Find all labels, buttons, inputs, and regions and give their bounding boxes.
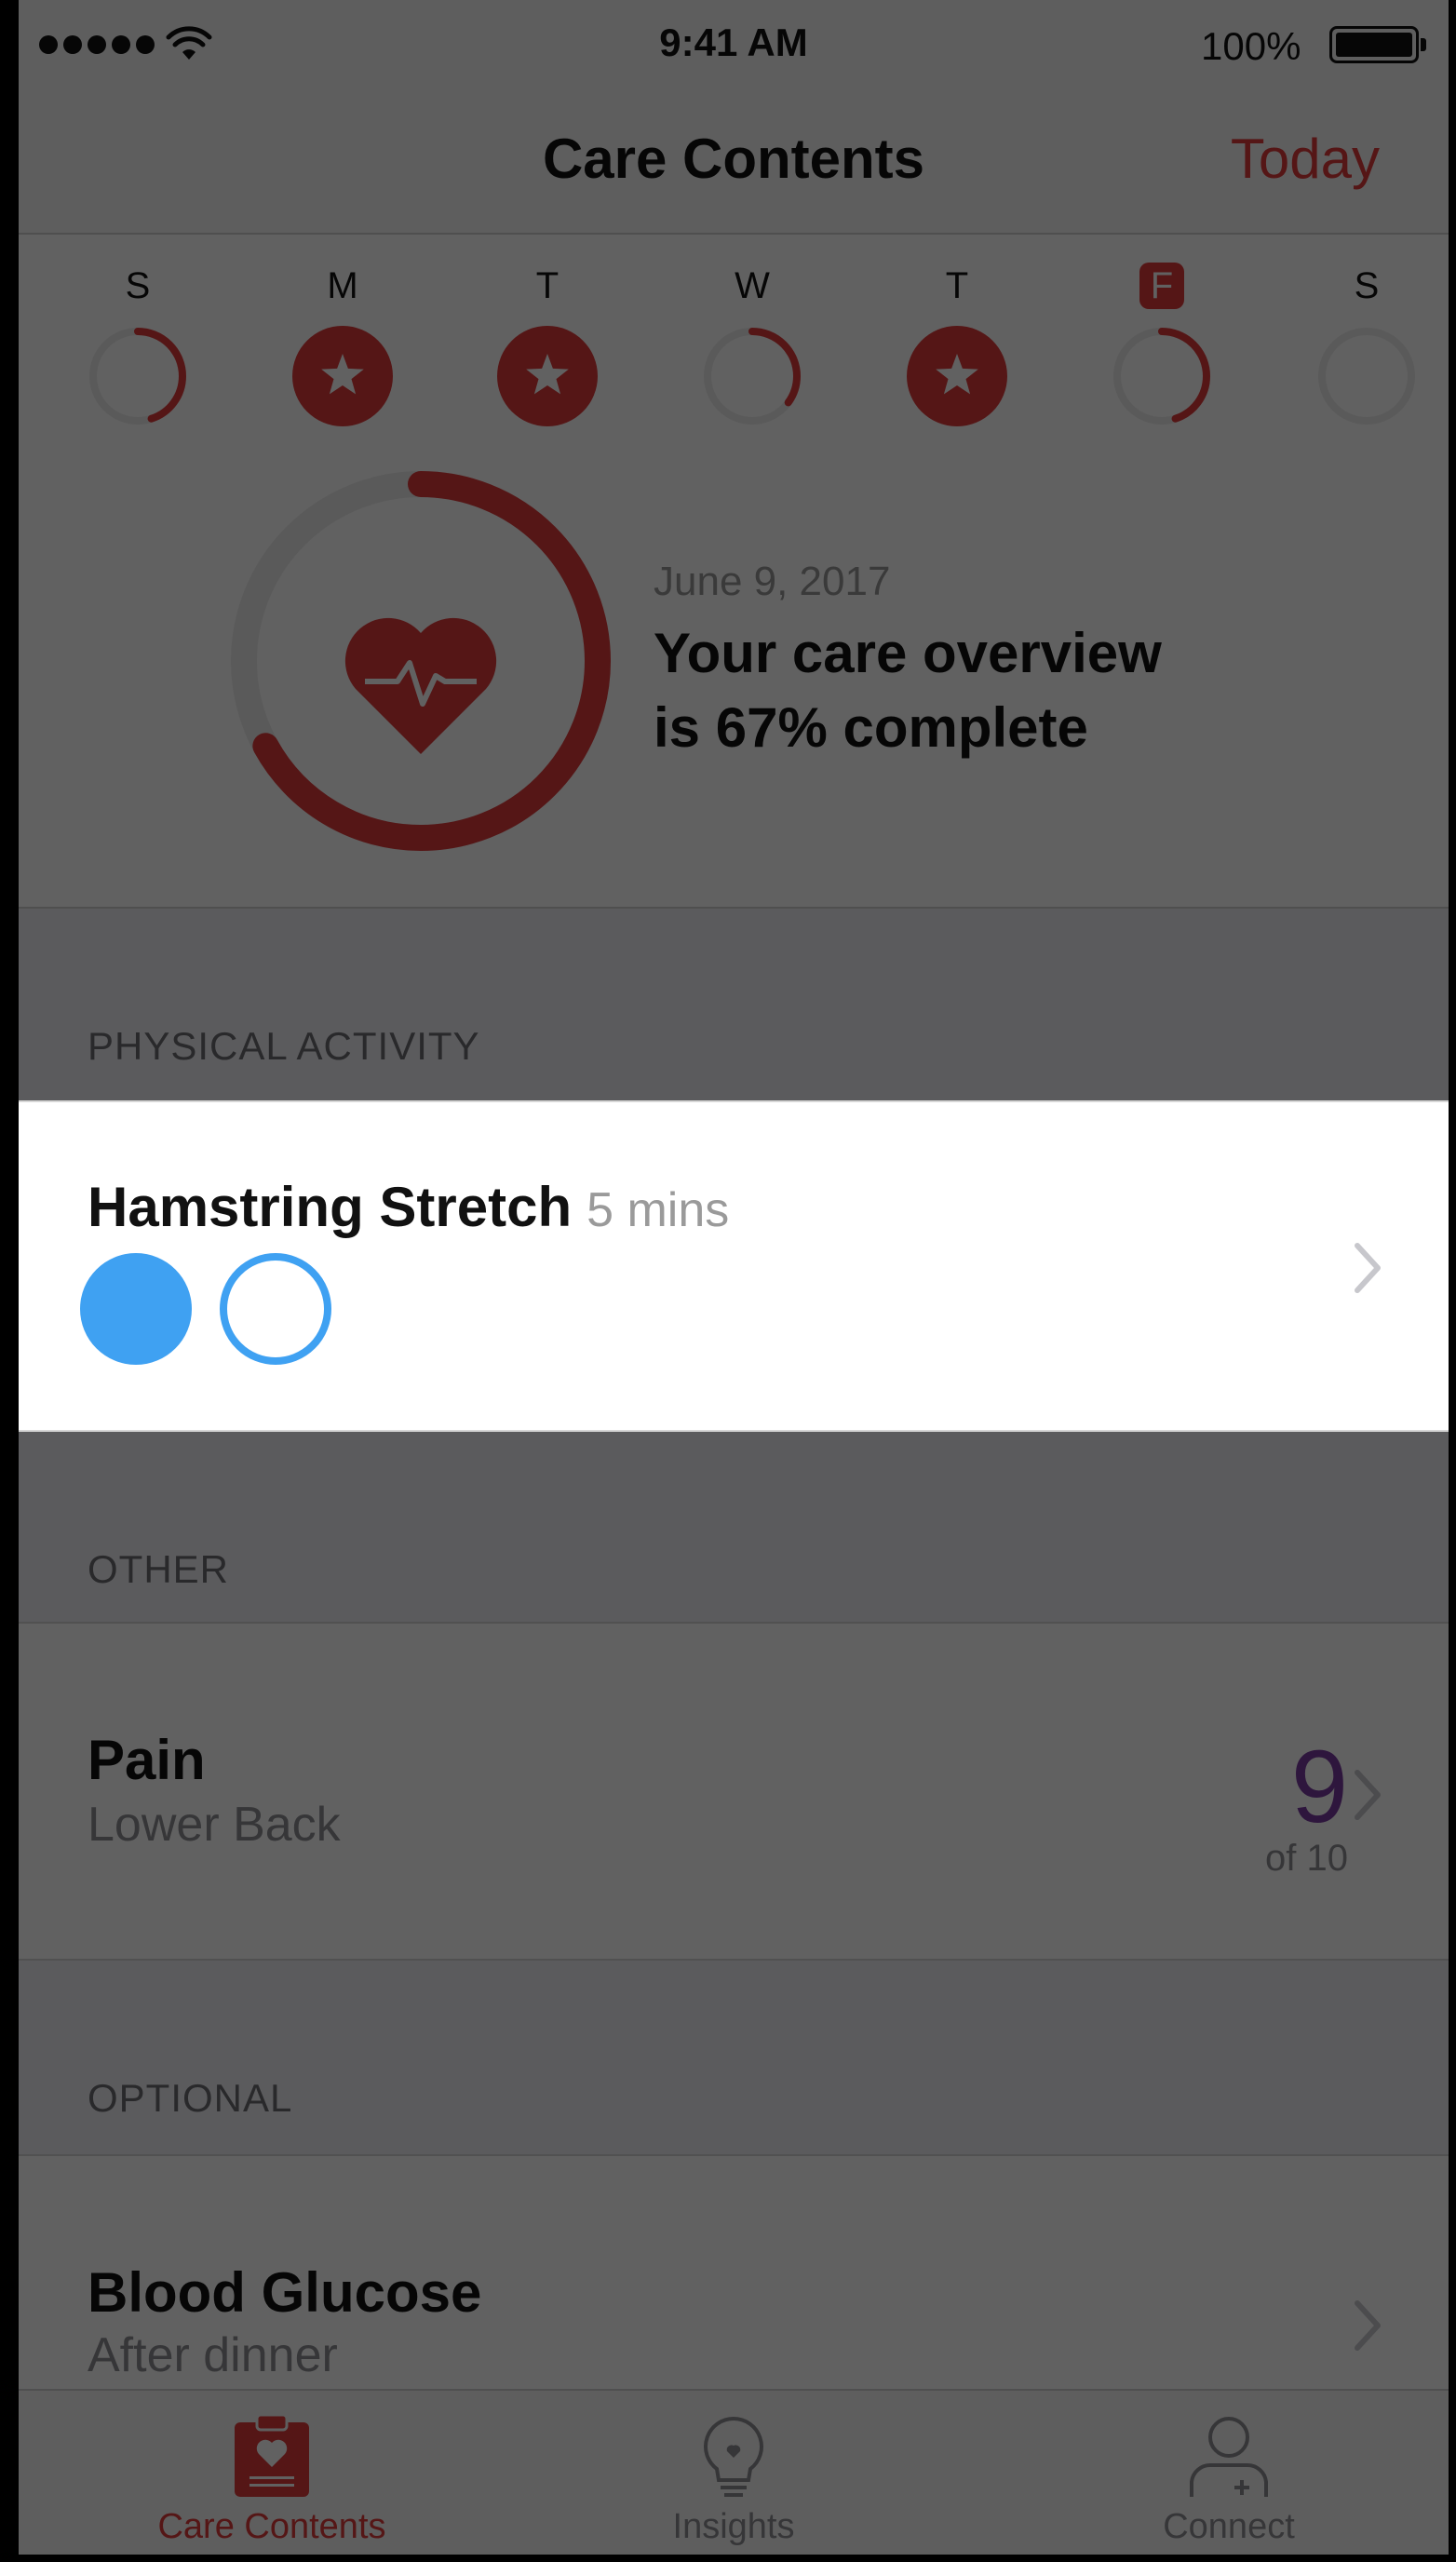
- section-title: OTHER: [88, 1547, 229, 1591]
- section-other: OTHER: [19, 1432, 1449, 1624]
- day-2[interactable]: T: [482, 263, 613, 433]
- assessment-name: Blood Glucose: [88, 2261, 482, 2324]
- heart-pulse-icon: [344, 617, 497, 754]
- chevron-right-icon: [1355, 2300, 1381, 2351]
- day-progress-ring: [1318, 328, 1415, 425]
- pain-scale-label: of 10: [1265, 1838, 1348, 1879]
- assessment-card-pain[interactable]: Pain Lower Back 9 of 10: [19, 1622, 1449, 1961]
- battery-icon: [1329, 26, 1426, 63]
- day-6[interactable]: S: [1301, 263, 1432, 433]
- overview-line-2: is 67% complete: [654, 696, 1088, 759]
- day-progress-ring: [89, 328, 186, 425]
- day-5[interactable]: F: [1097, 263, 1227, 433]
- day-letter: F: [1139, 263, 1185, 309]
- activity-duration: 5 mins: [586, 1183, 730, 1237]
- overview-summary: Your care overview is 67% complete: [654, 616, 1398, 765]
- pain-value: 9: [1290, 1730, 1348, 1844]
- day-progress-ring: [1113, 328, 1210, 425]
- day-letter: W: [735, 265, 770, 306]
- activity-title: Hamstring Stretch 5 mins: [88, 1175, 729, 1239]
- tab-connect[interactable]: Connect: [1043, 2391, 1415, 2555]
- tab-insights[interactable]: Insights: [547, 2391, 920, 2555]
- week-calendar: S M T W T F S June 9, 2017 Your care overview …: [19, 235, 1449, 909]
- assessment-name: Pain: [88, 1729, 206, 1791]
- tab-label: Care Contents: [157, 2507, 386, 2546]
- assessment-subtitle: Lower Back: [88, 1798, 341, 1852]
- phone-screen: 9:41 AM 100% Care Contents Today SMTWTFS…: [19, 0, 1449, 2555]
- day-3[interactable]: W: [687, 263, 817, 433]
- event-button-completed[interactable]: [80, 1253, 192, 1365]
- day-complete-star-icon: [292, 326, 393, 426]
- battery-percent: 100%: [1201, 24, 1301, 68]
- section-physical-activity: PHYSICAL ACTIVITY: [19, 909, 1449, 1102]
- day-0[interactable]: S: [73, 263, 203, 433]
- navigation-bar: Care Contents Today: [19, 93, 1449, 235]
- overview-date: June 9, 2017: [654, 559, 891, 604]
- day-letter: S: [1354, 265, 1380, 306]
- today-button[interactable]: Today: [1231, 127, 1380, 191]
- tab-label: Connect: [1163, 2507, 1295, 2546]
- day-letter: T: [945, 265, 969, 306]
- tab-label: Insights: [672, 2507, 795, 2546]
- section-title: PHYSICAL ACTIVITY: [88, 1024, 480, 1068]
- section-optional: OPTIONAL: [19, 1961, 1449, 2156]
- activity-name: Hamstring Stretch: [88, 1176, 573, 1238]
- day-letter: S: [125, 265, 151, 306]
- day-1[interactable]: M: [277, 263, 408, 433]
- day-letter: T: [535, 265, 559, 306]
- tab-care-contents[interactable]: Care Contents: [86, 2391, 458, 2555]
- overview-line-1: Your care overview: [654, 622, 1162, 684]
- day-progress-ring: [704, 328, 801, 425]
- event-button-pending[interactable]: [220, 1253, 331, 1365]
- assessment-subtitle: After dinner: [88, 2328, 338, 2382]
- day-complete-star-icon: [907, 326, 1007, 426]
- person-plus-icon: [1190, 2417, 1268, 2497]
- status-bar: 9:41 AM 100%: [19, 0, 1449, 93]
- day-complete-star-icon: [497, 326, 598, 426]
- chevron-right-icon: [1355, 1770, 1381, 1820]
- day-4[interactable]: T: [892, 263, 1022, 433]
- activity-card-hamstring-stretch[interactable]: Hamstring Stretch 5 mins: [19, 1100, 1449, 1432]
- section-title: OPTIONAL: [88, 2076, 293, 2120]
- overview-progress-ring: [231, 471, 611, 851]
- clipboard-heart-icon: [235, 2413, 309, 2497]
- chevron-right-icon: [1355, 1243, 1381, 1293]
- day-letter: M: [327, 265, 358, 306]
- tab-bar: Care Contents Insights Connect: [19, 2389, 1449, 2555]
- lightbulb-icon: [704, 2416, 763, 2497]
